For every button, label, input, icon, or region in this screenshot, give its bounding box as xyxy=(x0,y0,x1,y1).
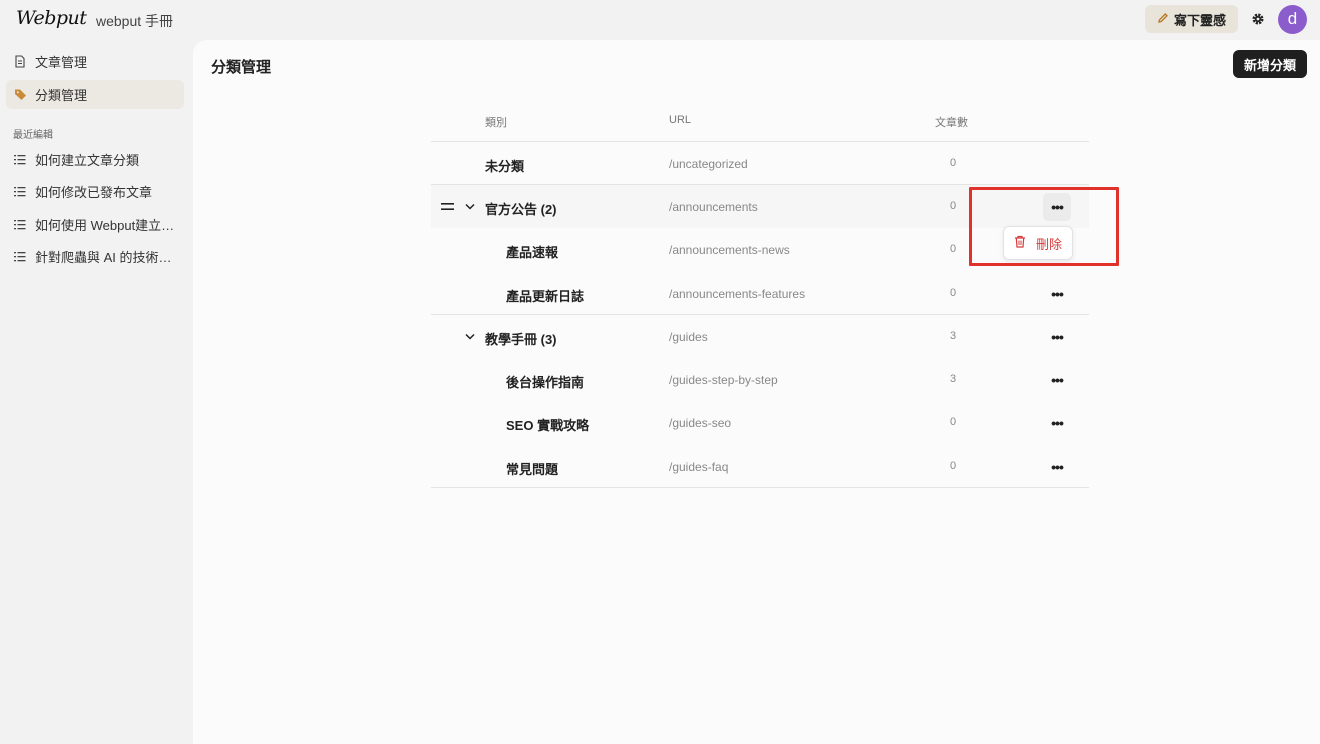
post-count: 0 xyxy=(949,157,957,169)
category-name: 產品速報 xyxy=(506,245,559,260)
category-name: 產品更新日誌 xyxy=(506,289,585,304)
recent-item-label: 針對爬蟲與 AI 的技術優… xyxy=(35,250,184,265)
chevron-down-icon[interactable] xyxy=(464,200,476,212)
more-options-button[interactable]: ••• xyxy=(1043,366,1071,394)
post-count: 0 xyxy=(949,416,957,428)
post-count: 3 xyxy=(949,373,957,385)
recent-item[interactable]: 針對爬蟲與 AI 的技術優… xyxy=(6,242,184,271)
list-icon xyxy=(13,250,27,264)
category-name: 官方公告 (2) xyxy=(485,202,557,217)
sidebar-item-posts[interactable]: 文章管理 xyxy=(6,47,184,76)
gear-icon[interactable] xyxy=(1249,10,1267,28)
avatar[interactable]: d xyxy=(1278,5,1307,34)
sidebar: 文章管理 分類管理 最近編輯 如何建立文章分類 如何修改已發布文章 如何使用 W… xyxy=(0,40,192,744)
recent-item[interactable]: 如何建立文章分類 xyxy=(6,145,184,174)
category-url: /guides-seo xyxy=(669,416,732,430)
list-icon xyxy=(13,218,27,232)
category-name: 教學手冊 (3) xyxy=(485,332,557,347)
table-header: 類別 URL 文章數 xyxy=(431,100,1089,142)
add-category-button[interactable]: 新增分類 xyxy=(1233,50,1307,78)
post-count: 3 xyxy=(949,330,957,342)
category-url: /guides xyxy=(669,330,708,344)
category-url: /announcements xyxy=(669,200,758,214)
table-row[interactable]: 後台操作指南 /guides-step-by-step 3 ••• xyxy=(431,358,1089,401)
list-icon xyxy=(13,153,27,167)
category-url: /announcements-news xyxy=(669,243,790,257)
recent-item[interactable]: 如何使用 Webput建立… xyxy=(6,210,184,239)
drag-handle-icon[interactable] xyxy=(440,200,454,212)
column-header-count[interactable]: 文章數 xyxy=(935,114,968,130)
recent-item-label: 如何建立文章分類 xyxy=(35,153,140,168)
recent-item[interactable]: 如何修改已發布文章 xyxy=(6,177,184,206)
more-options-button[interactable]: ••• xyxy=(1043,409,1071,437)
category-name: 未分類 xyxy=(485,159,525,174)
highlight-box xyxy=(969,187,1119,266)
main-panel: 分類管理 新增分類 類別 URL 文章數 未分類 /uncategorized … xyxy=(193,40,1320,744)
post-count: 0 xyxy=(949,287,957,299)
category-name: SEO 實戰攻略 xyxy=(506,418,590,433)
recent-edits-heading: 最近編輯 xyxy=(13,130,53,141)
more-options-button[interactable]: ••• xyxy=(1043,323,1071,351)
category-url: /uncategorized xyxy=(669,157,748,171)
recent-item-label: 如何修改已發布文章 xyxy=(35,185,153,200)
sidebar-item-label: 文章管理 xyxy=(35,55,88,70)
logo[interactable]: Webput xyxy=(16,7,87,29)
post-count: 0 xyxy=(949,200,957,212)
document-icon xyxy=(13,55,27,69)
category-name: 後台操作指南 xyxy=(506,375,585,390)
category-name: 常見問題 xyxy=(506,462,559,477)
column-header-url[interactable]: URL xyxy=(669,114,691,126)
column-header-category[interactable]: 類別 xyxy=(485,114,507,130)
tag-icon xyxy=(13,88,27,102)
write-inspiration-button[interactable]: 寫下靈感 xyxy=(1145,5,1238,33)
post-count: 0 xyxy=(949,460,957,472)
write-inspiration-label: 寫下靈感 xyxy=(1173,12,1226,28)
table-row[interactable]: 教學手冊 (3) /guides 3 ••• xyxy=(431,315,1089,358)
site-name[interactable]: webput 手冊 xyxy=(96,11,173,31)
more-options-button[interactable]: ••• xyxy=(1043,453,1071,481)
page-title: 分類管理 xyxy=(211,59,272,76)
more-options-button[interactable]: ••• xyxy=(1043,280,1071,308)
category-url: /announcements-features xyxy=(669,287,806,301)
category-url: /guides-faq xyxy=(669,460,729,474)
recent-item-label: 如何使用 Webput建立… xyxy=(35,218,175,233)
pencil-icon xyxy=(1157,12,1169,27)
top-bar: Webput webput 手冊 寫下靈感 d xyxy=(0,0,1320,40)
table-row[interactable]: 常見問題 /guides-faq 0 ••• xyxy=(431,445,1089,488)
sidebar-item-categories[interactable]: 分類管理 xyxy=(6,80,184,109)
chevron-down-icon[interactable] xyxy=(464,330,476,342)
category-url: /guides-step-by-step xyxy=(669,373,778,387)
list-icon xyxy=(13,185,27,199)
table-row[interactable]: 未分類 /uncategorized 0 xyxy=(431,142,1089,185)
post-count: 0 xyxy=(949,243,957,255)
table-row[interactable]: 產品更新日誌 /announcements-features 0 ••• xyxy=(431,272,1089,315)
table-row[interactable]: SEO 實戰攻略 /guides-seo 0 ••• xyxy=(431,401,1089,444)
sidebar-item-label: 分類管理 xyxy=(35,88,88,103)
